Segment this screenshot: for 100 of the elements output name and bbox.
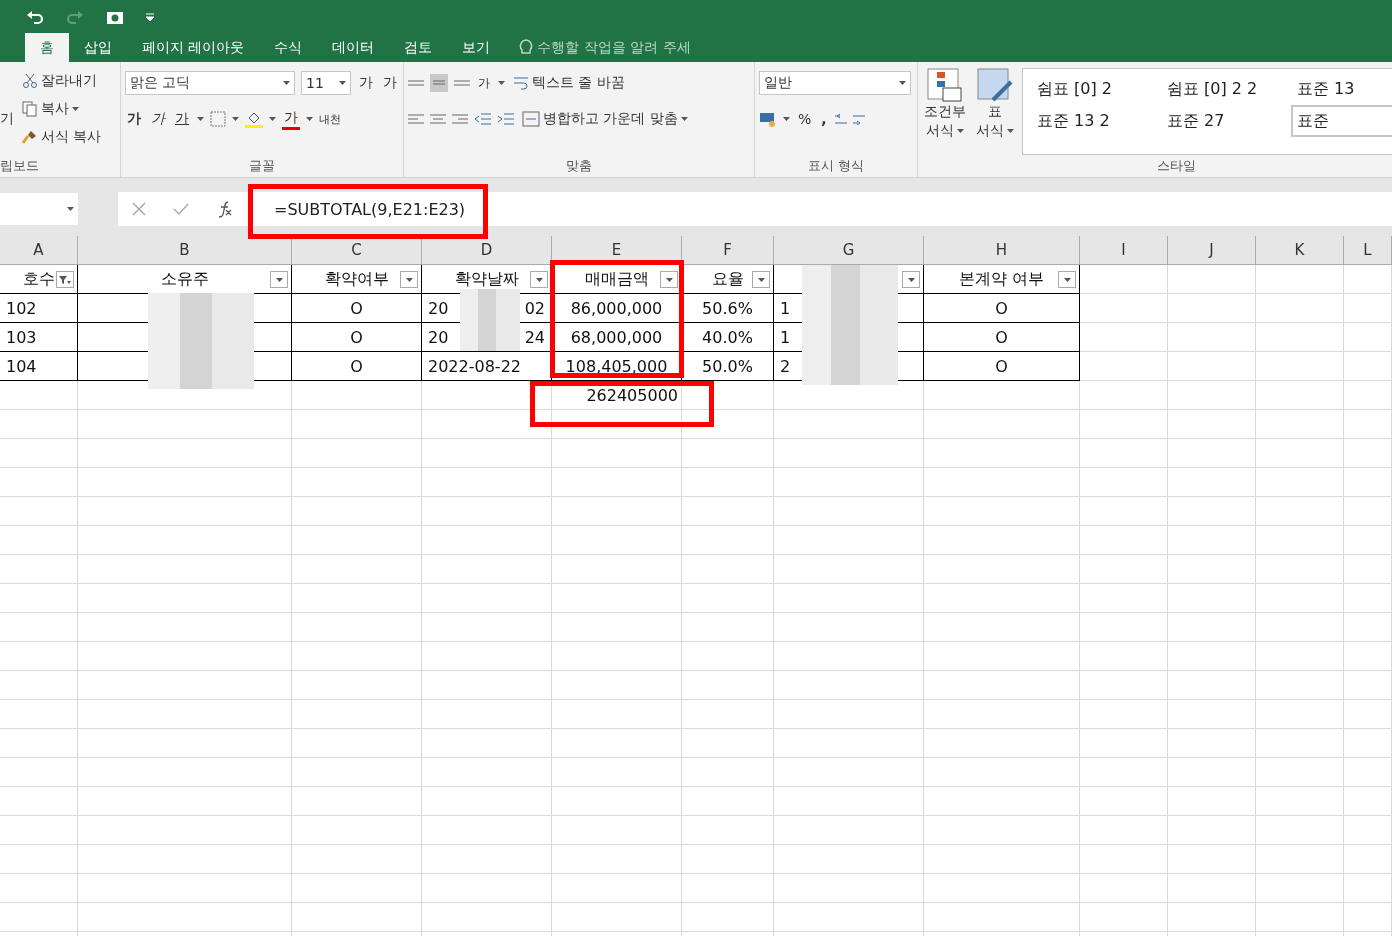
ribbon-tab[interactable]: 수식	[259, 33, 318, 62]
conditional-format-button[interactable]: 조건부 서식	[922, 68, 968, 152]
ribbon-tab[interactable]: 홈	[25, 33, 69, 62]
cell-style-item[interactable]: 표준	[1291, 105, 1392, 137]
table-cell: 102	[0, 294, 78, 323]
tell-me-field[interactable]: 수행할 작업을 알려 주세	[519, 33, 691, 62]
ribbon-tab[interactable]: 페이지 레이아웃	[127, 33, 260, 62]
caret-icon	[269, 117, 276, 121]
comma-button[interactable]: ,	[819, 106, 829, 132]
header-label: 본계약 여부	[958, 268, 1045, 290]
bold-button[interactable]: 가	[125, 106, 143, 132]
cell-text: 24	[524, 327, 545, 347]
caret-icon	[757, 277, 765, 282]
phonetic-button[interactable]: 내천	[319, 106, 341, 132]
paste-label[interactable]: 기	[0, 110, 14, 155]
filter-icon	[59, 274, 71, 285]
column-header[interactable]: A	[0, 236, 78, 265]
group-label: 스타일	[1155, 157, 1197, 175]
align-top-icon	[408, 80, 424, 86]
customize-menu-icon	[146, 12, 154, 21]
header-label: 소유주	[160, 268, 209, 290]
filter-button[interactable]	[752, 271, 770, 288]
filter-button[interactable]	[660, 271, 678, 288]
wrap-text-button[interactable]: 텍스트 줄 바꿈	[511, 70, 627, 96]
column-header[interactable]: L	[1344, 236, 1392, 265]
column-header[interactable]: B	[78, 236, 292, 265]
copy-button[interactable]: 복사	[20, 96, 104, 122]
grow-font-button[interactable]: 가	[357, 70, 375, 96]
align-right-icon	[452, 114, 468, 124]
ribbon-tab[interactable]: 삽입	[69, 33, 127, 62]
align-center-icon	[430, 114, 446, 124]
filter-button[interactable]	[400, 271, 418, 288]
caret-icon	[339, 81, 346, 85]
format-as-table-button[interactable]: 표 서식	[974, 68, 1016, 152]
scissors-icon	[22, 73, 38, 89]
table-cell: 104	[0, 352, 78, 381]
caret-icon	[665, 277, 673, 282]
font-size-field[interactable]: 11	[301, 71, 351, 95]
ribbon-tab[interactable]: 검토	[389, 33, 448, 62]
redaction-block	[460, 289, 520, 351]
ribbon-tab[interactable]: 보기	[447, 33, 506, 62]
enter-icon	[173, 202, 189, 216]
fill-color-icon	[245, 110, 263, 128]
cut-button[interactable]: 잘라내기	[20, 68, 104, 94]
filter-button[interactable]	[56, 271, 74, 288]
column-header[interactable]: I	[1080, 236, 1168, 265]
column-header[interactable]: K	[1256, 236, 1344, 265]
cell-style-item[interactable]: 쉼표 [0] 2 2	[1161, 73, 1291, 105]
decrease-decimal-icon	[852, 113, 865, 125]
formula-field[interactable]: =SUBTOTAL(9,E21:E23)	[250, 192, 1392, 226]
column-header[interactable]: J	[1168, 236, 1256, 265]
font-name-field[interactable]: 맑은 고딕	[125, 71, 295, 95]
filter-button[interactable]	[270, 271, 288, 288]
table-cell: 50.6%	[682, 294, 774, 323]
orientation-button[interactable]: 가	[476, 70, 492, 96]
table-cell: O	[924, 352, 1080, 381]
group-label: 표시 형식	[806, 157, 866, 175]
caret-icon	[957, 129, 964, 133]
merge-cells-icon	[522, 111, 540, 127]
font-color-button[interactable]: 가	[282, 108, 300, 130]
borders-icon	[210, 111, 226, 127]
wrap-text-icon	[513, 76, 529, 90]
filter-button[interactable]	[902, 271, 920, 288]
ribbon-tab[interactable]: 데이터	[317, 33, 390, 62]
header-label: 요율	[711, 268, 744, 290]
table-brush-icon	[977, 68, 1013, 102]
table-cell: 50.0%	[682, 352, 774, 381]
caret-icon	[275, 277, 283, 282]
merge-center-button[interactable]: 병합하고 가운데 맞춤	[520, 106, 690, 132]
cell-text: 20	[428, 327, 449, 347]
number-format-field[interactable]: 일반	[759, 71, 911, 95]
italic-button[interactable]: 가	[149, 106, 167, 132]
column-header[interactable]: G	[774, 236, 924, 265]
cancel-icon	[131, 202, 146, 216]
cell-text: 2022-08-22	[428, 356, 521, 376]
table-cell: 40.0%	[682, 323, 774, 352]
cell-style-item[interactable]: 표준 27	[1161, 105, 1291, 137]
caret-icon	[405, 277, 413, 282]
filter-button[interactable]	[530, 271, 548, 288]
column-header[interactable]: H	[924, 236, 1080, 265]
underline-button[interactable]: 가	[173, 106, 191, 132]
percent-button[interactable]: %	[796, 106, 814, 132]
column-header[interactable]: F	[682, 236, 774, 265]
cell-style-item[interactable]: 쉼표 [0] 2	[1031, 73, 1161, 105]
filter-button[interactable]	[1058, 271, 1076, 288]
column-header[interactable]: D	[422, 236, 552, 265]
format-painter-button[interactable]: 서식 복사	[20, 124, 104, 150]
header-label: 호수	[22, 268, 55, 290]
caret-icon	[498, 81, 505, 85]
caret-icon	[1007, 129, 1014, 133]
align-left-icon	[408, 114, 424, 124]
table-cell: O	[924, 294, 1080, 323]
caret-icon	[72, 107, 79, 111]
shrink-font-button[interactable]: 가	[381, 70, 399, 96]
currency-icon	[759, 110, 777, 128]
cell-style-item[interactable]: 표준 13	[1291, 73, 1392, 105]
table-cell: O	[924, 323, 1080, 352]
cell-style-item[interactable]: 표준 13 2	[1031, 105, 1161, 137]
group-label: 글꼴	[248, 157, 276, 175]
header-label: 확약여부	[324, 268, 389, 290]
